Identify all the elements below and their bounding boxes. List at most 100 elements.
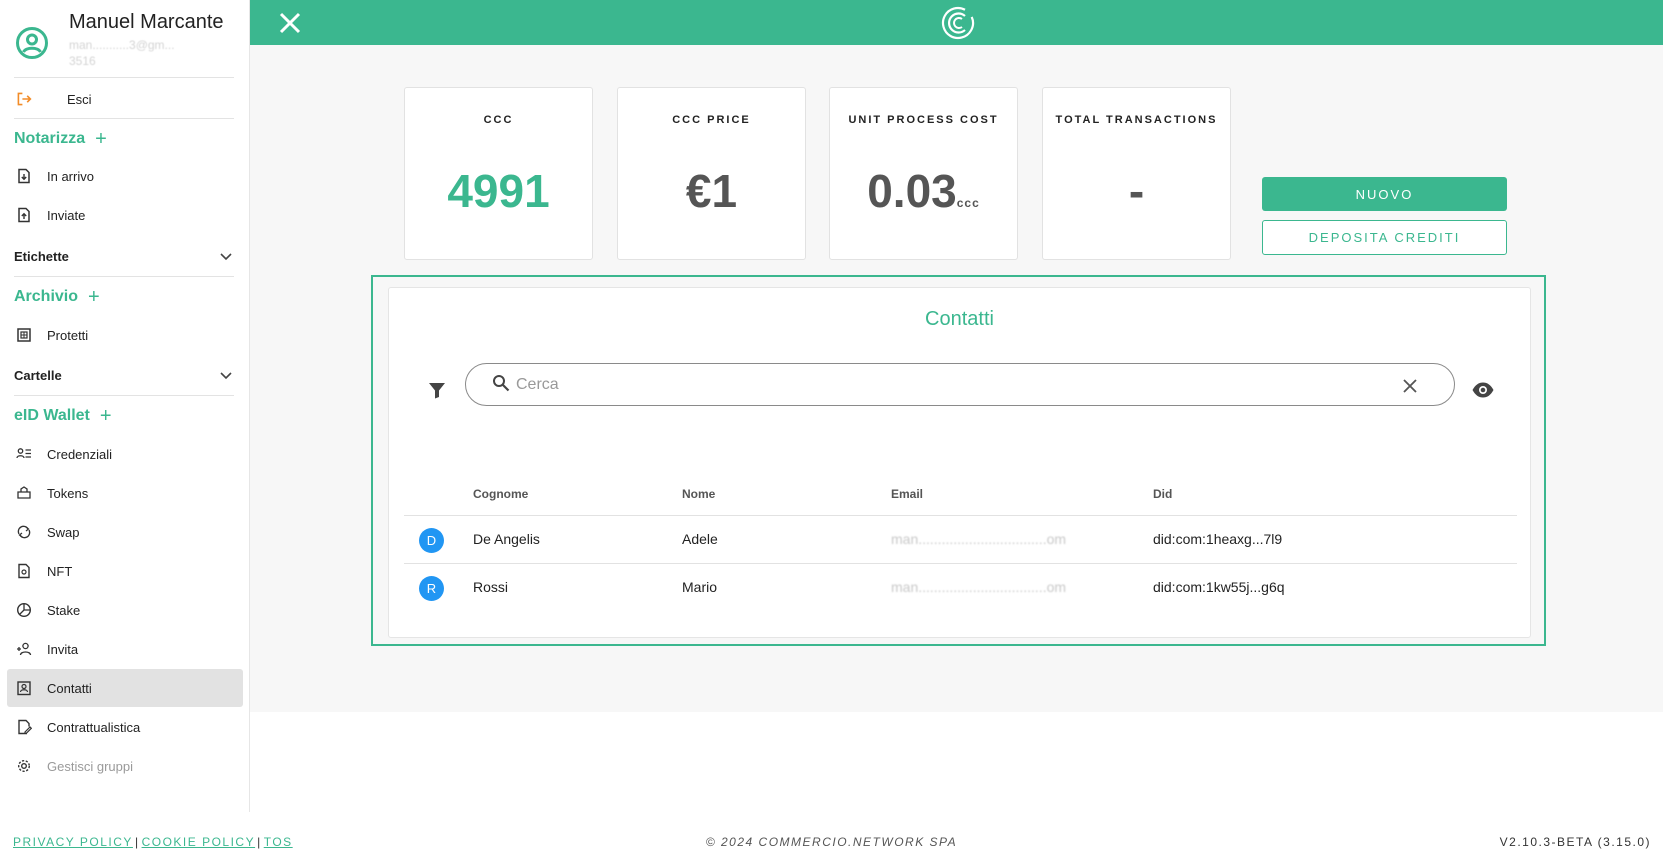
search-input[interactable] — [516, 373, 1396, 397]
gear-icon — [15, 757, 33, 775]
section-etichette[interactable]: Etichette — [14, 248, 234, 264]
commercio-logo-icon — [941, 6, 975, 40]
section-cartelle-label: Cartelle — [14, 367, 62, 383]
inbox-document-icon — [15, 167, 33, 185]
footer: PRIVACY POLICY | COOKIE POLICY | TOS © 2024 … — [0, 812, 1663, 868]
add-wallet-icon[interactable]: + — [100, 406, 112, 426]
contract-icon — [15, 718, 33, 736]
divider — [14, 395, 234, 396]
new-button[interactable]: NUOVO — [1262, 177, 1507, 211]
tokens-icon — [15, 484, 33, 502]
add-archivio-icon[interactable]: + — [88, 287, 100, 307]
chevron-down-icon[interactable] — [218, 248, 234, 264]
deposit-credits-button[interactable]: DEPOSITA CREDITI — [1262, 220, 1507, 255]
divider — [14, 276, 234, 277]
search-icon — [493, 375, 510, 392]
sidebar-item-in-arrivo[interactable]: In arrivo — [7, 157, 243, 195]
sidebar-item-label: Stake — [47, 602, 81, 618]
contact-email: man.................................om — [891, 531, 1067, 547]
section-archivio[interactable]: Archivio + — [14, 287, 100, 307]
close-icon[interactable] — [277, 10, 303, 36]
sidebar-item-label: Protetti — [47, 327, 89, 343]
contact-surname: Rossi — [473, 579, 509, 595]
contact-avatar: R — [419, 576, 444, 601]
sidebar-item-tokens[interactable]: Tokens — [7, 474, 243, 512]
credentials-icon — [15, 445, 33, 463]
profile-email: man...........3@gm... — [69, 38, 175, 52]
stat-label: TOTAL TRANSACTIONS — [1055, 114, 1218, 126]
main-content: CCC 4991 CCC PRICE €1 UNIT PROCESS COST … — [250, 45, 1663, 712]
stat-card-unit-process-cost: UNIT PROCESS COST 0.03ccc — [829, 87, 1018, 260]
sidebar-item-label: Contrattualistica — [47, 719, 141, 735]
sidebar-item-contrattualistica[interactable]: Contrattualistica — [7, 708, 243, 746]
sidebar-item-contatti[interactable]: Contatti — [7, 669, 243, 707]
profile-name: Manuel Marcante — [69, 11, 224, 33]
stat-value: - — [1043, 164, 1230, 218]
sidebar-item-invita[interactable]: Invita — [7, 630, 243, 668]
stat-value: 4991 — [405, 164, 592, 218]
contact-avatar: D — [419, 528, 444, 553]
chevron-down-icon[interactable] — [218, 367, 234, 383]
profile-header: Manuel Marcante man...........3@gm... 35… — [0, 0, 250, 78]
sidebar-item-label: Tokens — [47, 485, 89, 501]
section-eid-wallet[interactable]: eID Wallet + — [14, 406, 112, 426]
add-notarizza-icon[interactable]: + — [95, 129, 107, 149]
sidebar-item-label: Inviate — [47, 207, 86, 223]
sidebar-item-credenziali[interactable]: Credenziali — [7, 435, 243, 473]
eye-icon[interactable] — [1471, 378, 1495, 402]
logout-button[interactable]: Esci — [7, 80, 243, 118]
sidebar-item-stake[interactable]: Stake — [7, 591, 243, 629]
table-row[interactable]: D De Angelis Adele man..................… — [404, 516, 1517, 564]
filter-icon[interactable] — [427, 380, 447, 400]
section-cartelle[interactable]: Cartelle — [14, 367, 234, 383]
stat-label: CCC PRICE — [672, 114, 751, 126]
contacts-icon — [15, 679, 33, 697]
stat-card-ccc-price: CCC PRICE €1 — [617, 87, 806, 260]
stat-value-text: €1 — [685, 165, 738, 217]
stat-unit: ccc — [956, 196, 980, 210]
sent-document-icon — [15, 206, 33, 224]
sidebar-item-protetti[interactable]: Protetti — [7, 316, 243, 354]
section-archivio-label: Archivio — [14, 288, 79, 305]
profile-phone: 3516 — [69, 54, 96, 68]
sidebar-item-inviate[interactable]: Inviate — [7, 196, 243, 234]
stat-card-total-transactions: TOTAL TRANSACTIONS - — [1042, 87, 1231, 260]
section-notarizza-label: Notarizza — [14, 130, 86, 147]
logout-label: Esci — [67, 91, 92, 107]
stat-value-text: - — [1128, 165, 1145, 217]
contact-did: did:com:1kw55j...g6q — [1153, 579, 1285, 595]
table-header: Cognome Nome Email Did — [404, 468, 1517, 516]
section-notarizza[interactable]: Notarizza + — [14, 129, 107, 149]
contacts-table: Cognome Nome Email Did D De Angelis Adel… — [404, 468, 1517, 612]
column-header-nome[interactable]: Nome — [682, 487, 715, 501]
column-header-email[interactable]: Email — [891, 487, 923, 501]
stat-value-text: 4991 — [447, 165, 550, 217]
sidebar-item-nft[interactable]: NFT — [7, 552, 243, 590]
user-avatar-icon[interactable] — [15, 26, 49, 60]
column-header-did[interactable]: Did — [1153, 487, 1172, 501]
search-bar — [465, 363, 1455, 406]
stat-card-ccc: CCC 4991 — [404, 87, 593, 260]
footer-copyright: © 2024 COMMERCIO.NETWORK SPA — [705, 835, 958, 849]
protected-box-icon — [15, 326, 33, 344]
table-row[interactable]: R Rossi Mario man.......................… — [404, 564, 1517, 612]
sidebar-item-swap[interactable]: Swap — [7, 513, 243, 551]
sidebar-item-label: In arrivo — [47, 168, 94, 184]
stat-value: €1 — [618, 164, 805, 218]
app-version: V2.10.3-BETA (3.15.0) — [1499, 835, 1651, 849]
contacts-title: Contatti — [925, 308, 994, 330]
stat-label: CCC — [483, 114, 514, 126]
sidebar-item-label: Invita — [47, 641, 79, 657]
sidebar-item-label: Credenziali — [47, 446, 113, 462]
contacts-card: Contatti Cogno — [388, 287, 1531, 638]
sidebar-item-label: Contatti — [47, 680, 92, 696]
clear-search-icon[interactable] — [1402, 378, 1418, 394]
contact-email: man.................................om — [891, 579, 1067, 595]
sidebar-item-gestisci-gruppi[interactable]: Gestisci gruppi — [7, 747, 243, 785]
column-header-cognome[interactable]: Cognome — [473, 487, 528, 501]
stat-value-text: 0.03 — [867, 165, 957, 217]
section-eid-wallet-label: eID Wallet — [14, 407, 90, 424]
invite-user-icon — [15, 640, 33, 658]
divider — [14, 77, 234, 78]
contact-name: Mario — [682, 579, 718, 595]
